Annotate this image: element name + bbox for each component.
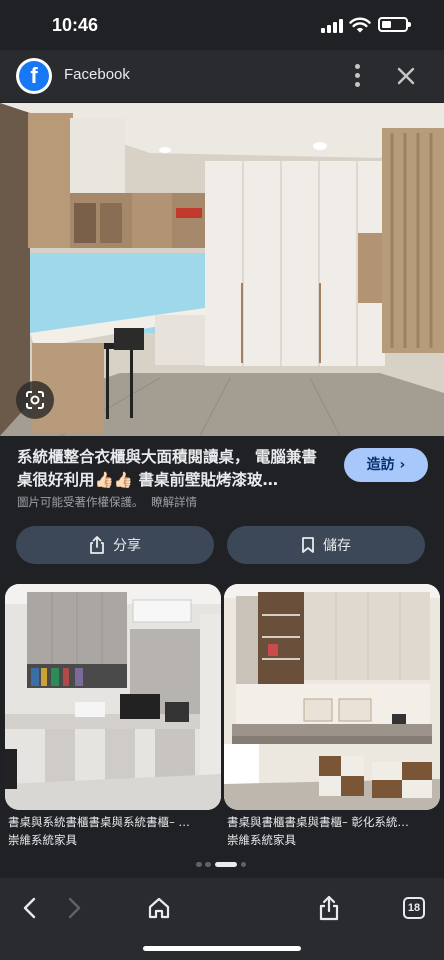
status-bar: 10:46 xyxy=(0,0,444,50)
forward-arrow-icon xyxy=(68,897,81,919)
copyright-text: 圖片可能受著作權保護。 xyxy=(17,495,144,509)
related-image[interactable] xyxy=(224,584,440,810)
facebook-logo-icon: f xyxy=(16,58,52,94)
main-image[interactable] xyxy=(0,103,444,436)
share-label: 分享 xyxy=(113,538,141,554)
visit-button[interactable]: 造訪 › xyxy=(344,448,428,482)
tabs-button[interactable]: 18 xyxy=(394,888,434,928)
room-photo xyxy=(0,103,444,436)
share-icon xyxy=(319,895,339,921)
result-title[interactable]: 系統櫃整合衣櫃與大面積閱讀桌， 電腦兼書桌很好利用👍🏻👍🏻 書桌前壁貼烤漆玻… xyxy=(17,446,329,492)
home-button[interactable] xyxy=(139,888,179,928)
save-label: 儲存 xyxy=(323,538,351,554)
related-image[interactable] xyxy=(5,584,221,810)
more-options-button[interactable] xyxy=(346,62,370,90)
close-icon[interactable] xyxy=(392,62,420,90)
result-info: 系統櫃整合衣櫃與大面積閱讀桌， 電腦兼書桌很好利用👍🏻👍🏻 書桌前壁貼烤漆玻… … xyxy=(0,436,444,516)
related-card[interactable]: 書桌與書櫃書桌與書櫃– 彰化系統… 崇維系統家具 xyxy=(224,584,440,854)
source-header: f Facebook xyxy=(0,50,444,102)
forward-button[interactable] xyxy=(54,888,94,928)
home-indicator xyxy=(143,946,301,951)
browser-toolbar: 18 xyxy=(0,878,444,960)
tab-count: 18 xyxy=(403,897,425,919)
copyright-notice: 圖片可能受著作權保護。 瞭解詳情 xyxy=(17,494,197,510)
related-source: 崇維系統家具 xyxy=(227,833,296,847)
signal-icon xyxy=(321,19,343,33)
share-button[interactable]: 分享 xyxy=(16,526,214,564)
back-button[interactable] xyxy=(10,888,50,928)
bookmark-icon xyxy=(302,537,314,553)
wifi-icon xyxy=(349,17,371,33)
related-source: 崇維系統家具 xyxy=(8,833,77,847)
visit-label: 造訪 xyxy=(366,457,395,473)
save-button[interactable]: 儲存 xyxy=(227,526,425,564)
lens-icon xyxy=(26,391,44,409)
battery-icon xyxy=(378,17,411,32)
lens-search-button[interactable] xyxy=(16,381,54,419)
related-photo-2 xyxy=(224,584,440,810)
related-title[interactable]: 書桌與系統書櫃書桌與系統書櫃– … xyxy=(8,814,220,830)
carousel-indicator xyxy=(196,862,252,868)
share-page-button[interactable] xyxy=(309,888,349,928)
status-time: 10:46 xyxy=(52,15,99,35)
learn-more-link[interactable]: 瞭解詳情 xyxy=(151,495,197,509)
related-title[interactable]: 書桌與書櫃書桌與書櫃– 彰化系統… xyxy=(227,814,439,830)
related-photo-1 xyxy=(5,584,221,810)
home-icon xyxy=(148,897,170,919)
chevron-right-icon: › xyxy=(399,457,406,473)
site-name[interactable]: Facebook xyxy=(64,66,130,83)
back-arrow-icon xyxy=(23,897,36,919)
share-icon xyxy=(90,536,104,554)
related-card[interactable]: 書桌與系統書櫃書桌與系統書櫃– … 崇維系統家具 xyxy=(5,584,221,854)
